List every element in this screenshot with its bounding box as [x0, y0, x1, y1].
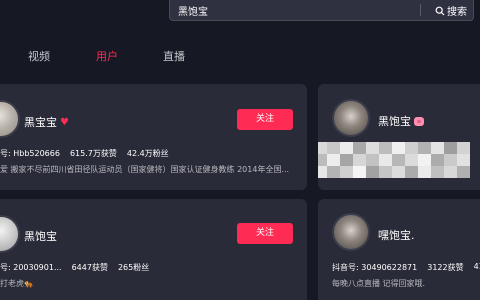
user-name: 黑宝宝: [24, 116, 57, 129]
likes-count: 6447获赞: [71, 263, 108, 272]
user-description: 打老虎🐅: [0, 279, 34, 288]
user-name-row: 黑饱宝: [24, 228, 57, 244]
avatar: [332, 99, 370, 137]
follow-button[interactable]: 关注: [237, 223, 293, 244]
likes-count: 615.7万获赞: [69, 149, 117, 158]
user-name: 黑饱宝: [378, 115, 411, 128]
user-name: 嘿饱宝.: [378, 229, 415, 242]
user-name-row: 嘿饱宝.: [378, 227, 415, 243]
search-box[interactable]: 黑饱宝 搜索: [169, 0, 474, 21]
user-description: 爱 搬家不尽前四川省田径队运动员（国家健将）国家认证健身教练 2014年全国..…: [0, 165, 290, 174]
user-id: 抖音号: 30490622871: [332, 263, 418, 272]
fans-count: 265粉丝: [117, 263, 150, 272]
search-bar: 黑饱宝 搜索: [0, 0, 480, 28]
user-stats: 抖音号: 30490622871 3122获赞 41: [332, 262, 480, 273]
user-id: 号: Hbb520666: [0, 149, 60, 158]
avatar: [0, 100, 20, 138]
user-id: 号: 20030901...: [0, 263, 62, 272]
search-input[interactable]: 黑饱宝: [178, 3, 208, 18]
avatar: [0, 215, 20, 253]
search-button-label: 搜索: [447, 7, 467, 18]
user-name-row: 黑饱宝: [378, 113, 424, 129]
likes-count: 3122获赞: [427, 263, 464, 272]
user-description: 每晚八点直播 记得回家哦.: [332, 279, 426, 288]
search-button[interactable]: 搜索: [435, 3, 467, 18]
avatar: [332, 213, 370, 251]
tab-users[interactable]: 用户: [96, 48, 118, 64]
heart-icon: ♥: [60, 116, 69, 128]
user-card[interactable]: 黑饱宝: [318, 84, 480, 190]
follow-button[interactable]: 关注: [237, 109, 293, 130]
tab-video[interactable]: 视频: [28, 48, 50, 64]
search-icon: [435, 6, 445, 15]
user-stats: 号: 20030901... 6447获赞 265粉丝: [0, 262, 149, 273]
pixelated-content: [318, 142, 470, 178]
user-card[interactable]: 黑宝宝 ♥ 关注 号: Hbb520666 615.7万获赞 42.4万粉丝 爱…: [0, 84, 307, 190]
tab-live[interactable]: 直播: [163, 48, 185, 64]
user-name: 黑饱宝: [24, 230, 57, 243]
result-tabs: 视频 用户 直播: [0, 48, 480, 70]
user-name-row: 黑宝宝 ♥: [24, 114, 69, 130]
fans-count: 42.4万粉丝: [126, 149, 169, 158]
user-card[interactable]: 嘿饱宝. 抖音号: 30490622871 3122获赞 41 每晚八点直播 记…: [318, 199, 480, 300]
fans-count: 41: [473, 262, 480, 271]
user-stats: 号: Hbb520666 615.7万获赞 42.4万粉丝: [0, 148, 169, 159]
pig-icon: [414, 116, 424, 126]
search-divider: [420, 4, 421, 16]
user-card[interactable]: 黑饱宝 关注 号: 20030901... 6447获赞 265粉丝 打老虎🐅: [0, 199, 307, 300]
